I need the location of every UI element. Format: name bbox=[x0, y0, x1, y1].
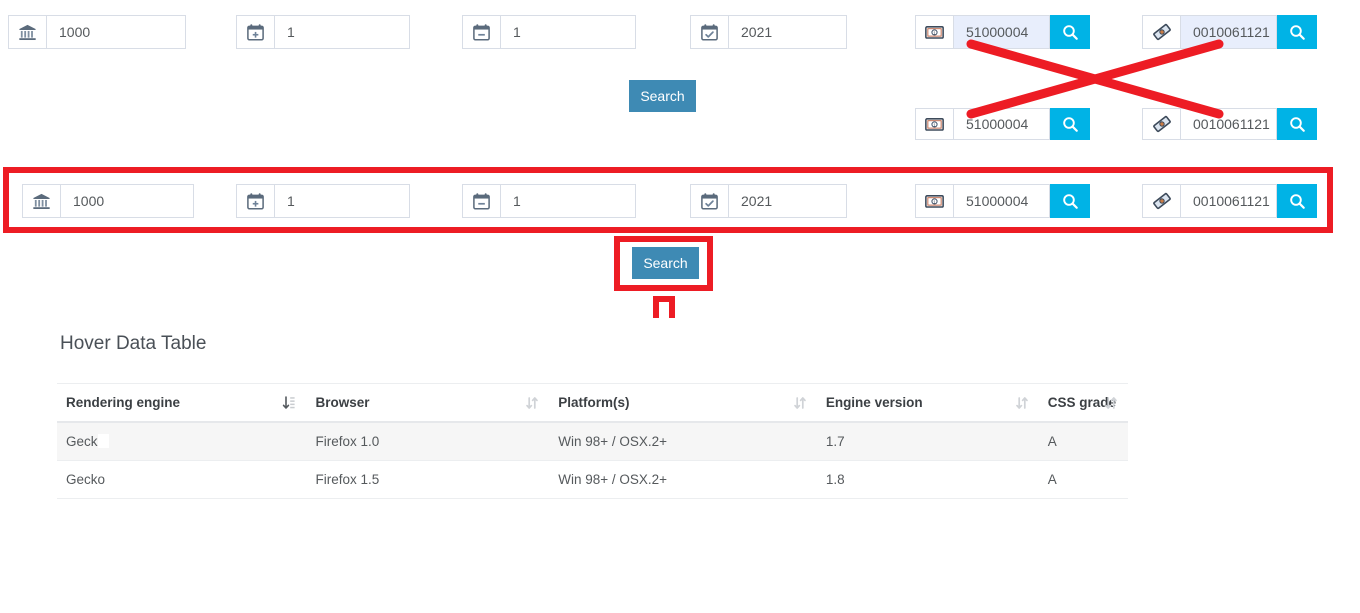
column-header-engine-version-label: Engine version bbox=[825, 395, 923, 410]
column-header-engine-version[interactable]: Engine version bbox=[816, 383, 1039, 423]
field-period-start-row1-value[interactable]: 1 bbox=[274, 15, 410, 49]
field-period-end-row3[interactable]: 1 bbox=[462, 184, 636, 218]
field-account-row3-value[interactable]: 51000004 bbox=[953, 184, 1050, 218]
cell-browser[interactable]: Firefox 1.0 bbox=[306, 422, 550, 461]
field-year-row1[interactable]: 2021 bbox=[690, 15, 847, 49]
field-reference-row1-value[interactable]: 0010061121 bbox=[1180, 15, 1277, 49]
column-header-platforms[interactable]: Platform(s) bbox=[549, 383, 817, 423]
field-period-start-row1[interactable]: 1 bbox=[236, 15, 410, 49]
column-header-rendering-engine[interactable]: Rendering engine bbox=[57, 383, 307, 423]
cell-css-grade[interactable]: A bbox=[1038, 422, 1128, 461]
field-reference-row1[interactable]: 0010061121 bbox=[1142, 15, 1317, 49]
bank-icon bbox=[22, 184, 60, 218]
account-search-button-row3[interactable] bbox=[1050, 184, 1090, 218]
banknote-icon: 1 bbox=[915, 15, 953, 49]
cell-browser[interactable]: Firefox 1.5 bbox=[306, 460, 550, 499]
banknote-icon: 1 bbox=[915, 184, 953, 218]
field-account-row1[interactable]: 1 51000004 bbox=[915, 15, 1090, 49]
sort-unsorted-icon bbox=[525, 395, 539, 411]
reference-search-button-row2[interactable] bbox=[1277, 108, 1317, 140]
field-reference-row2[interactable]: 0010061121 bbox=[1142, 108, 1317, 140]
field-account-row3[interactable]: 1 51000004 bbox=[915, 184, 1090, 218]
ticket-icon bbox=[1142, 108, 1180, 140]
column-header-platforms-label: Platform(s) bbox=[558, 395, 630, 410]
ticket-icon bbox=[1142, 15, 1180, 49]
calendar-plus-icon bbox=[236, 184, 274, 218]
reference-search-button-row3[interactable] bbox=[1277, 184, 1317, 218]
cell-rendering-engine[interactable]: Gecko bbox=[57, 460, 307, 499]
cell-rendering-engine-text: Geck bbox=[66, 434, 98, 449]
calendar-minus-icon bbox=[462, 184, 500, 218]
cell-platform[interactable]: Win 98+ / OSX.2+ bbox=[549, 422, 817, 461]
field-period-start-row3[interactable]: 1 bbox=[236, 184, 410, 218]
table-row[interactable]: Gecko Firefox 1.5 Win 98+ / OSX.2+ 1.8 A bbox=[57, 460, 1128, 499]
field-institution-row1-value[interactable]: 1000 bbox=[46, 15, 186, 49]
field-period-end-row1-value[interactable]: 1 bbox=[500, 15, 636, 49]
column-header-css-grade[interactable]: CSS grade bbox=[1038, 383, 1128, 423]
field-reference-row2-value[interactable]: 0010061121 bbox=[1180, 108, 1277, 140]
calendar-check-icon bbox=[690, 15, 728, 49]
bank-icon bbox=[8, 15, 46, 49]
field-period-end-row3-value[interactable]: 1 bbox=[500, 184, 636, 218]
cell-platform[interactable]: Win 98+ / OSX.2+ bbox=[549, 460, 817, 499]
column-header-rendering-engine-label: Rendering engine bbox=[66, 395, 181, 410]
hover-data-table: Rendering engine Browser Platform(s) Eng… bbox=[57, 383, 1128, 499]
field-account-row2-value[interactable]: 51000004 bbox=[953, 108, 1050, 140]
field-reference-row3-value[interactable]: 0010061121 bbox=[1180, 184, 1277, 218]
table-row[interactable]: Geck Firefox 1.0 Win 98+ / OSX.2+ 1.7 A bbox=[57, 422, 1128, 461]
column-header-browser-label: Browser bbox=[315, 395, 370, 410]
calendar-minus-icon bbox=[462, 15, 500, 49]
calendar-plus-icon bbox=[236, 15, 274, 49]
field-institution-row1[interactable]: 1000 bbox=[8, 15, 186, 49]
account-search-button-row1[interactable] bbox=[1050, 15, 1090, 49]
search-button-bottom[interactable]: Search bbox=[632, 247, 699, 279]
field-institution-row3-value[interactable]: 1000 bbox=[60, 184, 194, 218]
cell-rendering-engine[interactable]: Geck bbox=[57, 422, 307, 461]
sort-unsorted-icon bbox=[1104, 395, 1118, 411]
annotation-highlight-box bbox=[3, 167, 1333, 233]
banknote-icon: 1 bbox=[915, 108, 953, 140]
text-selection-highlight bbox=[97, 434, 109, 448]
field-period-end-row1[interactable]: 1 bbox=[462, 15, 636, 49]
field-year-row1-value[interactable]: 2021 bbox=[728, 15, 847, 49]
table-header-row: Rendering engine Browser Platform(s) Eng… bbox=[57, 383, 1128, 423]
cell-engine-version[interactable]: 1.8 bbox=[816, 460, 1039, 499]
field-reference-row3[interactable]: 0010061121 bbox=[1142, 184, 1317, 218]
reference-search-button-row1[interactable] bbox=[1277, 15, 1317, 49]
account-search-button-row2[interactable] bbox=[1050, 108, 1090, 140]
sort-unsorted-icon bbox=[793, 395, 807, 411]
field-year-row3[interactable]: 2021 bbox=[690, 184, 847, 218]
search-button-top[interactable]: Search bbox=[629, 80, 696, 112]
field-account-row2[interactable]: 1 51000004 bbox=[915, 108, 1090, 140]
cell-engine-version[interactable]: 1.7 bbox=[816, 422, 1039, 461]
field-year-row3-value[interactable]: 2021 bbox=[728, 184, 847, 218]
sort-unsorted-icon bbox=[1015, 395, 1029, 411]
calendar-check-icon bbox=[690, 184, 728, 218]
field-institution-row3[interactable]: 1000 bbox=[22, 184, 194, 218]
field-account-row1-value[interactable]: 51000004 bbox=[953, 15, 1050, 49]
cell-css-grade[interactable]: A bbox=[1038, 460, 1128, 499]
field-period-start-row3-value[interactable]: 1 bbox=[274, 184, 410, 218]
sort-descending-icon bbox=[282, 395, 296, 411]
ticket-icon bbox=[1142, 184, 1180, 218]
column-header-browser[interactable]: Browser bbox=[306, 383, 550, 423]
card-title: Hover Data Table bbox=[60, 333, 207, 354]
